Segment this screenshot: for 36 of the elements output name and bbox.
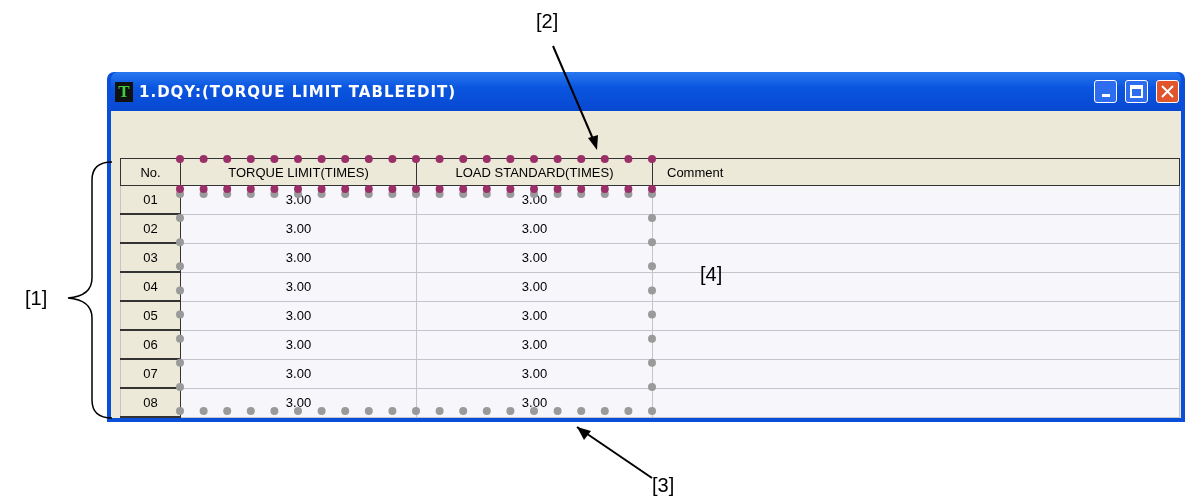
table-cell: 3.00 [180, 330, 417, 359]
row-number: 04 [120, 272, 181, 301]
table-cell: 3.00 [416, 359, 653, 388]
table-cell: 3.00 [180, 301, 417, 330]
table-cell: 3.00 [180, 243, 417, 272]
table-cell: 3.00 [416, 214, 653, 243]
column-header[interactable]: Comment [652, 158, 1180, 186]
row-number: 05 [120, 301, 181, 330]
column-header[interactable]: TORQUE LIMIT(TIMES) [180, 158, 417, 186]
row-number: 07 [120, 359, 181, 388]
row-number: 02 [120, 214, 181, 243]
callout-label: [4] [700, 263, 723, 286]
window-title: 1.DQY:(TORQUE LIMIT TABLEEDIT) [139, 82, 458, 101]
row-number: 01 [120, 185, 181, 214]
table-cell: 3.00 [180, 214, 417, 243]
callout-label: [3] [652, 474, 675, 497]
maximize-button[interactable] [1125, 80, 1148, 103]
table-cell: 3.00 [416, 272, 653, 301]
column-header[interactable]: LOAD STANDARD(TIMES) [416, 158, 653, 186]
row-number: 08 [120, 388, 181, 417]
callout-label: [1] [25, 287, 48, 310]
table-cell: 3.00 [180, 272, 417, 301]
callout-label: [2] [536, 10, 559, 33]
column-header[interactable]: No. [120, 158, 181, 186]
table-cell: 3.00 [416, 330, 653, 359]
row-number: 06 [120, 330, 181, 359]
minimize-button[interactable] [1094, 80, 1117, 103]
minimize-icon [1101, 94, 1110, 97]
table-cell: 3.00 [180, 359, 417, 388]
table-cell: 3.00 [416, 301, 653, 330]
close-button[interactable] [1156, 80, 1179, 103]
row-number: 03 [120, 243, 181, 272]
close-icon [1161, 85, 1174, 98]
table-cell: 3.00 [416, 243, 653, 272]
app-icon: T [115, 81, 133, 102]
maximize-icon [1130, 85, 1143, 98]
